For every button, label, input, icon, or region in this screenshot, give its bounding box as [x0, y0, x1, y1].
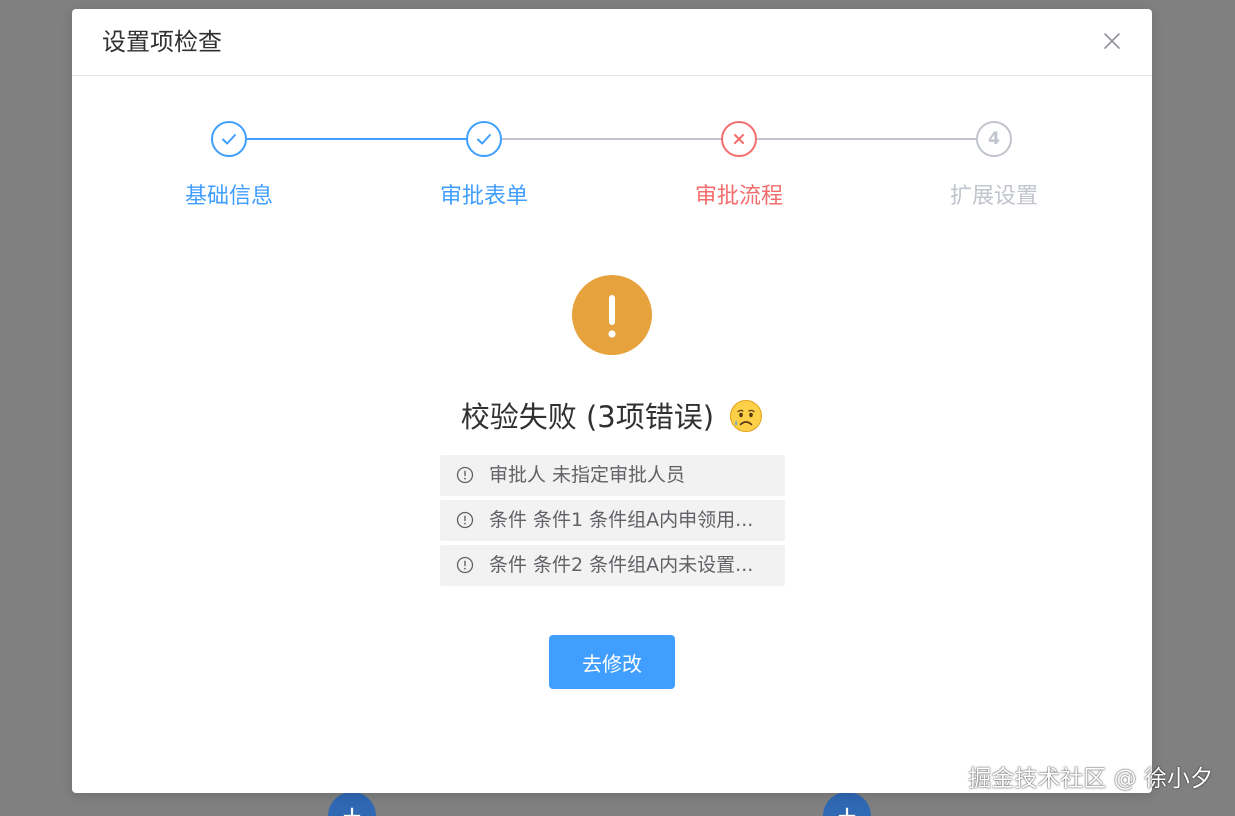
step-1-status-icon	[211, 121, 247, 157]
step-3-label: 审批流程	[694, 184, 783, 209]
check-icon	[477, 134, 491, 145]
error-text: 审批人 未指定审批人员	[489, 464, 686, 486]
step-2-status-icon	[466, 121, 502, 157]
x-icon	[734, 134, 744, 144]
step-1-label: 基础信息	[184, 184, 273, 209]
result-title: 校验失败 (3项错误)	[72, 397, 1152, 443]
error-item: 条件 条件2 条件组A内未设置...	[440, 545, 785, 586]
warning-icon	[572, 275, 652, 355]
step-4-number: 4	[988, 129, 1000, 149]
info-icon	[456, 466, 474, 484]
error-list: 审批人 未指定审批人员 条件 条件1 条件组A内申领用... 条件 条件2 条件…	[440, 455, 785, 590]
error-item: 审批人 未指定审批人员	[440, 455, 785, 496]
info-icon	[456, 556, 474, 574]
settings-check-dialog: 设置项检查 基础信息 审批表单 审批流程 4 扩展设置 校验失败 (3项错误) …	[72, 9, 1152, 793]
result-title-text: 校验失败 (3项错误)	[460, 400, 715, 434]
dialog-header: 设置项检查	[72, 9, 1152, 76]
step-connector	[502, 138, 722, 140]
go-fix-button[interactable]: 去修改	[549, 635, 675, 689]
info-icon	[456, 511, 474, 529]
step-connector	[247, 138, 467, 140]
dialog-title: 设置项检查	[102, 28, 222, 56]
close-icon	[1104, 33, 1120, 49]
watermark: 掘金技术社区 @ 徐小夕	[968, 766, 1213, 792]
step-connector	[757, 138, 977, 140]
check-icon	[222, 134, 236, 145]
sad-face-icon	[729, 399, 763, 443]
error-text: 条件 条件2 条件组A内未设置...	[489, 554, 754, 576]
error-item: 条件 条件1 条件组A内申领用...	[440, 500, 785, 541]
error-text: 条件 条件1 条件组A内申领用...	[489, 509, 754, 531]
background-add-button[interactable]: +	[328, 792, 376, 816]
step-4-status-icon: 4	[976, 121, 1012, 157]
step-4-label: 扩展设置	[949, 184, 1038, 209]
background-add-button[interactable]: +	[823, 792, 871, 816]
step-3-status-icon	[721, 121, 757, 157]
step-2-label: 审批表单	[439, 184, 528, 209]
close-button[interactable]	[1102, 31, 1122, 51]
steps-bar: 基础信息 审批表单 审批流程 4 扩展设置	[72, 121, 1152, 221]
